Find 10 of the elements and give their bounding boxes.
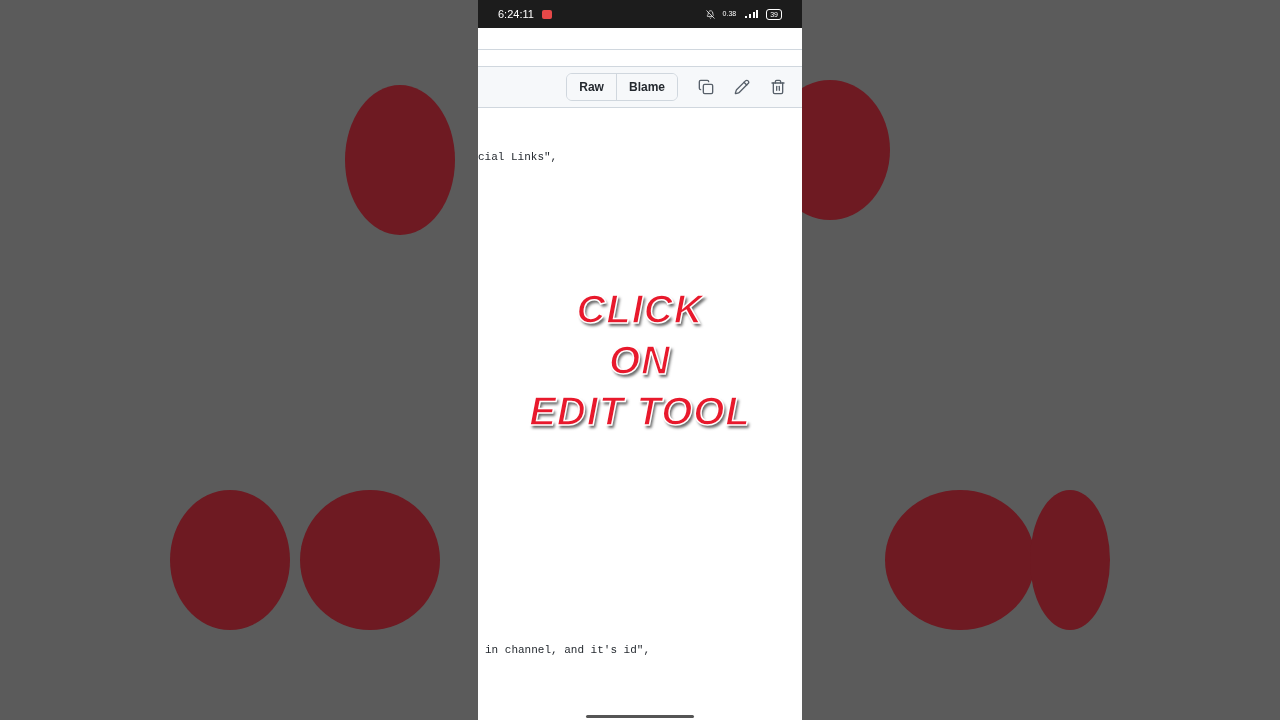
blame-button[interactable]: Blame	[615, 74, 677, 100]
copy-icon	[698, 79, 714, 95]
trash-icon	[770, 79, 786, 95]
signal-icon	[744, 9, 759, 19]
code-line: in channel, and it's id",	[485, 643, 651, 656]
mute-icon	[705, 9, 715, 19]
notification-icon	[541, 9, 552, 19]
pencil-icon	[734, 79, 750, 95]
status-time: 6:24:11	[498, 6, 534, 22]
code-line: cial Links",	[478, 151, 558, 163]
